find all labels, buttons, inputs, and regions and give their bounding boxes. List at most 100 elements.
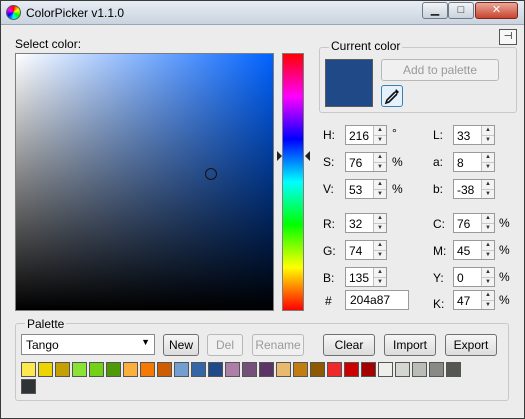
lab-b-spinbox[interactable]: -38 ▲ ▼ [453,179,495,199]
saturation-value[interactable]: 76 [349,156,362,170]
spin-down-icon[interactable]: ▼ [482,300,494,309]
spin-up-icon[interactable]: ▲ [374,268,386,277]
green-spinbox[interactable]: 74 ▲ ▼ [345,240,387,260]
palette-swatch[interactable] [89,362,104,377]
lab-a-value[interactable]: 8 [457,156,464,170]
spin-up-icon[interactable]: ▲ [482,291,494,300]
clear-palette-button[interactable]: Clear [323,334,375,356]
saturation-value-picker[interactable] [15,53,274,311]
hue-spinbox[interactable]: 216 ▲ ▼ [345,125,387,145]
hex-input[interactable]: 204a87 [345,290,409,310]
spin-up-icon[interactable]: ▲ [374,241,386,250]
blue-spinbox[interactable]: 135 ▲ ▼ [345,267,387,287]
spin-down-icon[interactable]: ▼ [482,162,494,171]
palette-swatch[interactable] [293,362,308,377]
black-value[interactable]: 47 [457,294,470,308]
palette-swatch[interactable] [225,362,240,377]
chevron-down-icon[interactable]: ▼ [141,337,150,347]
spin-up-icon[interactable]: ▲ [482,180,494,189]
spin-down-icon[interactable]: ▼ [374,135,386,144]
cyan-value[interactable]: 76 [457,217,470,231]
maximize-button[interactable]: □ [448,2,474,19]
red-spinbox[interactable]: 32 ▲ ▼ [345,213,387,233]
sv-picker-cursor[interactable] [205,168,218,181]
spin-up-icon[interactable]: ▲ [482,268,494,277]
spin-down-icon[interactable]: ▼ [374,162,386,171]
spin-up-icon[interactable]: ▲ [482,126,494,135]
spin-down-icon[interactable]: ▼ [374,277,386,286]
export-palette-button[interactable]: Export [445,334,497,356]
palette-swatch[interactable] [310,362,325,377]
palette-swatch[interactable] [123,362,138,377]
spin-down-icon[interactable]: ▼ [374,189,386,198]
hue-slider[interactable] [282,53,304,311]
hue-slider-left-arrow-icon[interactable] [277,151,282,162]
spin-down-icon[interactable]: ▼ [482,223,494,232]
palette-swatch[interactable] [276,362,291,377]
palette-swatch[interactable] [106,362,121,377]
title-bar[interactable]: ColorPicker v1.1.0 ▁ □ ✕ [1,1,524,25]
eyedropper-button[interactable] [381,85,403,107]
saturation-spinbox[interactable]: 76 ▲ ▼ [345,152,387,172]
spin-down-icon[interactable]: ▼ [374,250,386,259]
hue-value[interactable]: 216 [349,129,369,143]
spin-up-icon[interactable]: ▲ [374,153,386,162]
add-to-palette-button[interactable]: Add to palette [381,59,499,81]
pin-icon[interactable]: ⊣ [499,29,517,45]
palette-swatch[interactable] [208,362,223,377]
lab-l-value[interactable]: 33 [457,129,470,143]
lab-a-spinbox[interactable]: 8 ▲ ▼ [453,152,495,172]
black-spinbox[interactable]: 47 ▲ ▼ [453,290,495,310]
close-button[interactable]: ✕ [475,2,518,19]
rename-palette-button[interactable]: Rename [252,334,304,356]
yellow-value[interactable]: 0 [457,271,464,285]
import-palette-button[interactable]: Import [384,334,436,356]
palette-swatch[interactable] [140,362,155,377]
cyan-spinbox[interactable]: 76 ▲ ▼ [453,213,495,233]
palette-swatch[interactable] [174,362,189,377]
spin-down-icon[interactable]: ▼ [374,223,386,232]
palette-swatch[interactable] [191,362,206,377]
spin-up-icon[interactable]: ▲ [374,214,386,223]
value-spinbox[interactable]: 53 ▲ ▼ [345,179,387,199]
palette-swatch[interactable] [55,362,70,377]
spin-up-icon[interactable]: ▲ [482,214,494,223]
value-value[interactable]: 53 [349,183,362,197]
hue-slider-right-arrow-icon[interactable] [305,151,310,162]
blue-value[interactable]: 135 [349,271,369,285]
palette-swatch[interactable] [327,362,342,377]
spin-up-icon[interactable]: ▲ [374,126,386,135]
green-value[interactable]: 74 [349,244,362,258]
palette-swatch[interactable] [21,379,36,394]
palette-swatch[interactable] [72,362,87,377]
lab-b-value[interactable]: -38 [457,183,474,197]
spin-up-icon[interactable]: ▲ [482,153,494,162]
palette-select[interactable]: Tango ▼ [21,334,155,355]
lab-l-spinbox[interactable]: 33 ▲ ▼ [453,125,495,145]
spin-down-icon[interactable]: ▼ [482,250,494,259]
yellow-spinbox[interactable]: 0 ▲ ▼ [453,267,495,287]
spin-down-icon[interactable]: ▼ [482,277,494,286]
palette-swatch[interactable] [21,362,36,377]
palette-swatch[interactable] [242,362,257,377]
palette-swatch[interactable] [38,362,53,377]
palette-swatch[interactable] [395,362,410,377]
delete-palette-button[interactable]: Del [207,334,243,356]
palette-swatch[interactable] [378,362,393,377]
new-palette-button[interactable]: New [163,334,199,356]
minimize-button[interactable]: ▁ [422,2,448,19]
spin-down-icon[interactable]: ▼ [482,189,494,198]
palette-swatch[interactable] [412,362,427,377]
spin-up-icon[interactable]: ▲ [482,241,494,250]
palette-swatch[interactable] [344,362,359,377]
palette-swatch[interactable] [361,362,376,377]
palette-swatch[interactable] [259,362,274,377]
red-value[interactable]: 32 [349,217,362,231]
palette-swatch[interactable] [446,362,461,377]
spin-down-icon[interactable]: ▼ [482,135,494,144]
spin-up-icon[interactable]: ▲ [374,180,386,189]
palette-swatch[interactable] [429,362,444,377]
palette-swatch[interactable] [157,362,172,377]
magenta-spinbox[interactable]: 45 ▲ ▼ [453,240,495,260]
magenta-value[interactable]: 45 [457,244,470,258]
